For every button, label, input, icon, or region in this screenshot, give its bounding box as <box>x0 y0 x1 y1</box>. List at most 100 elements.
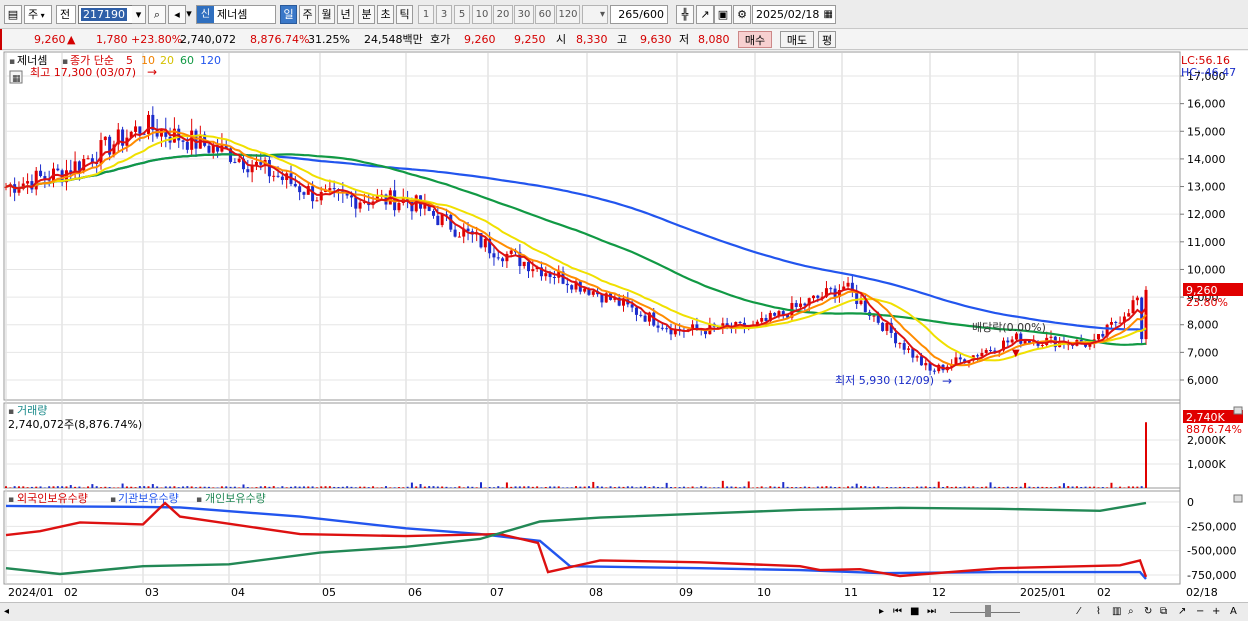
volume-bar <box>117 487 120 488</box>
candle-body <box>302 192 306 195</box>
interval-1[interactable]: 1 <box>418 5 434 24</box>
candle-body <box>332 188 336 190</box>
stock-name-field[interactable]: 신 제너셈 <box>196 5 276 24</box>
buy-button[interactable]: 매수 <box>738 31 772 48</box>
stop-icon[interactable]: ■ <box>910 605 924 619</box>
candle-body <box>829 288 833 290</box>
volume-bar <box>790 487 793 488</box>
speaker-dropdown-icon[interactable]: ▾ <box>184 5 194 24</box>
interval-60[interactable]: 60 <box>535 5 555 24</box>
date-field[interactable]: 2025/02/18 ▦ <box>752 5 836 24</box>
pin-icon[interactable]: ↗ <box>1178 605 1190 619</box>
font-size-icon[interactable]: A <box>1230 605 1242 619</box>
interval-30[interactable]: 30 <box>514 5 534 24</box>
holdings-pane-close-icon[interactable] <box>1233 494 1243 503</box>
volume-bar <box>436 486 439 488</box>
volume-bar <box>454 487 457 488</box>
scroll-left-icon[interactable]: ◂ <box>4 605 16 619</box>
prev-button[interactable]: 전 <box>56 5 76 24</box>
market-select[interactable]: 주 ▾ <box>24 5 52 24</box>
zoom-in-icon[interactable]: + <box>1212 605 1224 619</box>
volume-bar <box>795 487 798 488</box>
zoom-slider-handle[interactable] <box>985 605 991 617</box>
interval-10[interactable]: 10 <box>472 5 492 24</box>
draw-tool-icon[interactable]: ↗ <box>696 5 714 24</box>
volume-bar <box>691 486 694 488</box>
volume-bar <box>445 486 448 488</box>
min-arrow-icon: → <box>942 374 952 388</box>
first-page-icon[interactable]: ⏮ <box>893 605 907 619</box>
volume-bar <box>423 486 426 488</box>
volume-bar <box>993 486 996 488</box>
volume-bar <box>566 487 569 488</box>
sell-button[interactable]: 매도 <box>780 31 814 48</box>
x-last-date-label: 02/18 <box>1186 586 1218 599</box>
period-tick[interactable]: 틱 <box>396 5 413 24</box>
stock-chart[interactable]: 2024/01 02 03 04 05 06 07 08 09 10 11 12 2025/01 02 02… <box>0 51 1248 602</box>
zoom-out-icon[interactable]: − <box>1196 605 1208 619</box>
draw-line-icon[interactable]: ⁄ <box>1078 605 1090 619</box>
interval-dropdown[interactable]: ▾ <box>582 5 608 24</box>
ma-20-label: 20 <box>160 54 174 67</box>
volume-bar <box>622 486 625 488</box>
last-page-icon[interactable]: ⏭ <box>927 605 941 619</box>
data-count-field[interactable]: 265/600 <box>610 5 668 24</box>
interval-5[interactable]: 5 <box>454 5 470 24</box>
volume-bar <box>721 480 724 488</box>
save-icon[interactable]: ▣ <box>714 5 732 24</box>
candle-body <box>56 168 60 171</box>
period-week[interactable]: 주 <box>299 5 316 24</box>
volume-bar <box>713 487 716 488</box>
chart-area[interactable]: 2024/01 02 03 04 05 06 07 08 09 10 11 12 2025/01 02 02… <box>0 51 1248 602</box>
period-month[interactable]: 월 <box>318 5 335 24</box>
volume-bar <box>717 487 720 488</box>
volume-bar <box>415 486 418 488</box>
volume-bar <box>372 486 375 488</box>
window-icon[interactable]: ▤ <box>4 5 22 24</box>
calendar-icon[interactable]: ▦ <box>824 6 833 23</box>
volume-bar <box>527 486 530 488</box>
candle-body <box>976 355 980 357</box>
interval-3[interactable]: 3 <box>436 5 452 24</box>
search-zoom-icon[interactable]: ⌕ <box>1128 605 1140 619</box>
volume-bar <box>782 482 785 488</box>
crosshair-icon[interactable]: ╬ <box>676 5 694 24</box>
copy-icon[interactable]: ⧉ <box>1160 605 1172 619</box>
volume-bar <box>39 486 42 488</box>
average-button[interactable]: 평 <box>818 31 836 48</box>
code-dropdown-icon[interactable]: ▾ <box>132 5 146 24</box>
settings-gear-icon[interactable]: ⚙ <box>733 5 751 24</box>
volume-bar <box>52 486 55 488</box>
price-tick-label: 12,000 <box>1187 208 1226 221</box>
candle-body <box>155 129 159 137</box>
volume-bar <box>812 487 815 488</box>
chart-scrollbar[interactable]: ◂ ▸ ⏮ ■ ⏭ ⁄ ⌇ ▥ ⌕ ↻ ⧉ ↗ − + A <box>0 602 1248 621</box>
volume-bar <box>894 487 897 488</box>
volume-bar <box>648 487 651 488</box>
volume-bar <box>272 486 275 488</box>
volume-bar <box>78 486 81 488</box>
period-day[interactable]: 일 <box>280 5 297 24</box>
volume-tag-pct: 8876.74% <box>1186 423 1242 436</box>
chart-type-icon[interactable]: ⌇ <box>1096 605 1108 619</box>
refresh-icon[interactable]: ↻ <box>1144 605 1156 619</box>
candle-body <box>872 315 876 317</box>
candle-body <box>246 169 250 173</box>
search-icon[interactable]: ⌕ <box>148 5 166 24</box>
scroll-right-icon[interactable]: ▸ <box>879 605 891 619</box>
volume-pane-close-icon[interactable] <box>1233 406 1243 415</box>
volume-bar <box>69 485 72 488</box>
volume-bar <box>238 487 241 488</box>
period-second[interactable]: 초 <box>377 5 394 24</box>
volume-bar <box>769 486 772 488</box>
period-year[interactable]: 년 <box>337 5 354 24</box>
interval-120[interactable]: 120 <box>556 5 580 24</box>
period-minute[interactable]: 분 <box>358 5 375 24</box>
volume-bar <box>255 487 258 488</box>
bar-chart-icon[interactable]: ▥ <box>1112 605 1124 619</box>
up-arrow-icon: ▲ <box>67 33 76 46</box>
volume-bar <box>916 486 919 488</box>
candle-body <box>280 176 284 180</box>
interval-20[interactable]: 20 <box>493 5 513 24</box>
volume-bar <box>65 486 68 488</box>
